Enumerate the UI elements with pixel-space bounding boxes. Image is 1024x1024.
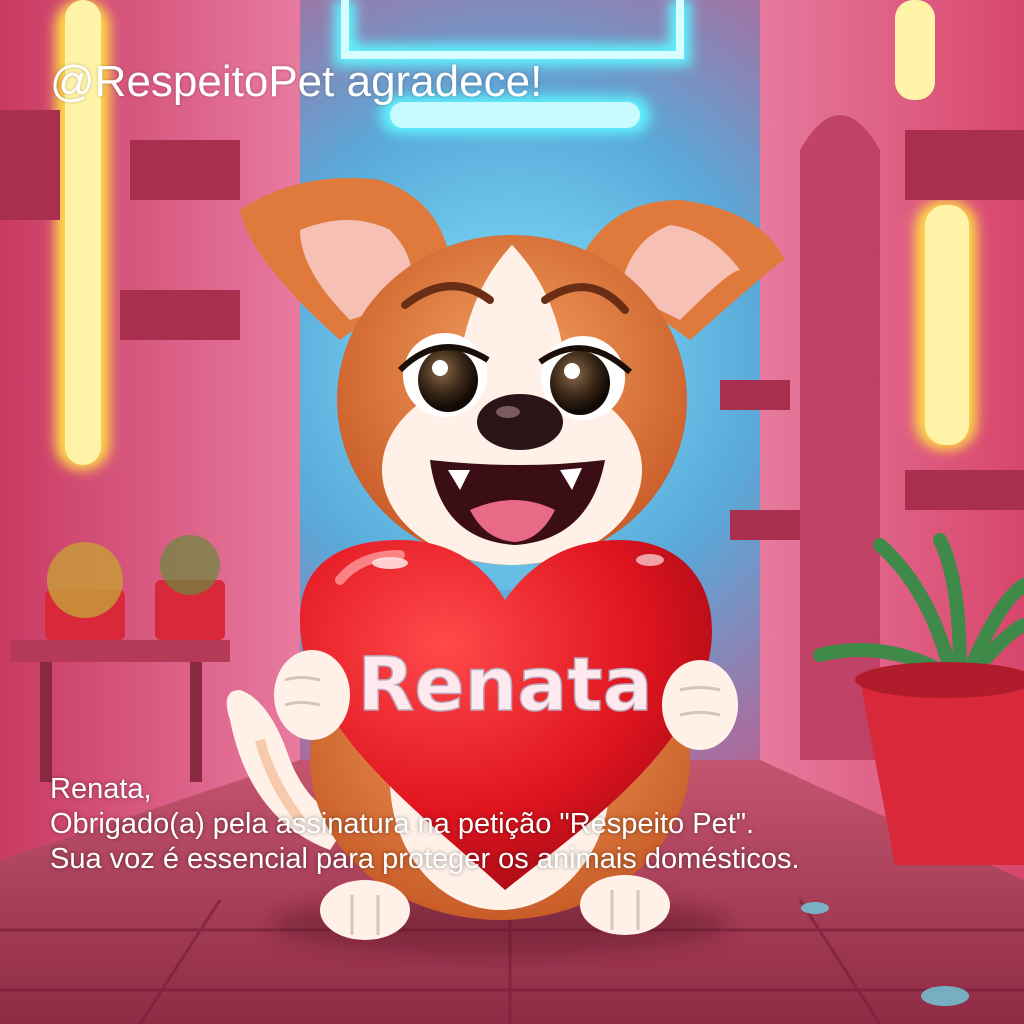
message-line-importance: Sua voz é essencial para proteger os ani… (50, 843, 800, 875)
thank-you-message: Renata, Obrigado(a) pela assinatura na p… (50, 772, 800, 877)
headline-text: @RespeitoPet agradece! (50, 57, 543, 106)
message-line-thanks: Obrigado(a) pela assinatura na petição "… (50, 808, 755, 840)
thank-you-image: Renata @RespeitoPet agradece! Renata, Ob… (0, 0, 1024, 1024)
message-line-greeting: Renata, (50, 773, 152, 805)
heart-name-text: Renata (357, 642, 652, 728)
